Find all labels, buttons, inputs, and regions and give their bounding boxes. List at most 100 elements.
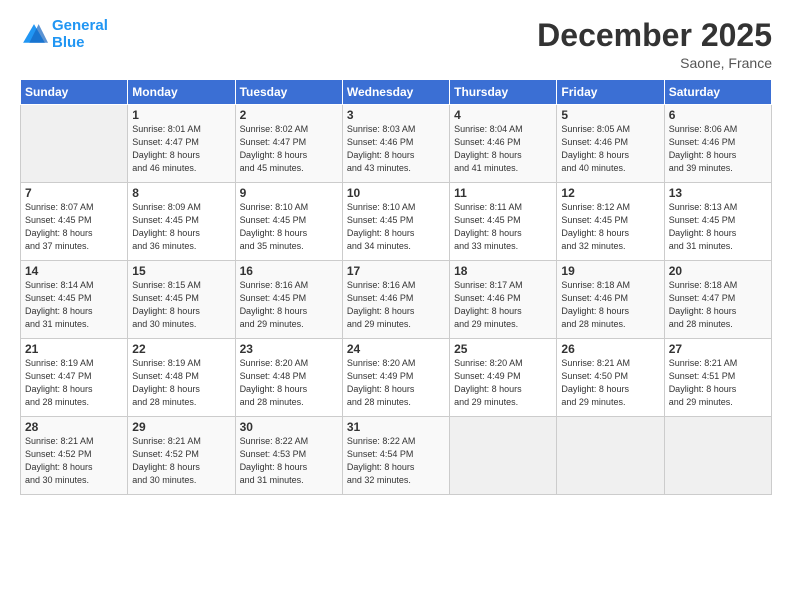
day-header-sunday: Sunday <box>21 80 128 105</box>
logo-text: General Blue <box>52 18 108 51</box>
day-header-wednesday: Wednesday <box>342 80 449 105</box>
day-info: Sunrise: 8:07 AMSunset: 4:45 PMDaylight:… <box>25 201 123 253</box>
header: General Blue December 2025 Saone, France <box>20 18 772 71</box>
day-info: Sunrise: 8:15 AMSunset: 4:45 PMDaylight:… <box>132 279 230 331</box>
day-info: Sunrise: 8:20 AMSunset: 4:49 PMDaylight:… <box>454 357 552 409</box>
day-info: Sunrise: 8:06 AMSunset: 4:46 PMDaylight:… <box>669 123 767 175</box>
day-number: 30 <box>240 420 338 434</box>
day-cell <box>557 417 664 495</box>
day-number: 17 <box>347 264 445 278</box>
day-cell: 9Sunrise: 8:10 AMSunset: 4:45 PMDaylight… <box>235 183 342 261</box>
month-title: December 2025 <box>537 18 772 53</box>
day-info: Sunrise: 8:22 AMSunset: 4:54 PMDaylight:… <box>347 435 445 487</box>
day-number: 8 <box>132 186 230 200</box>
day-cell: 17Sunrise: 8:16 AMSunset: 4:46 PMDayligh… <box>342 261 449 339</box>
day-info: Sunrise: 8:03 AMSunset: 4:46 PMDaylight:… <box>347 123 445 175</box>
day-cell: 6Sunrise: 8:06 AMSunset: 4:46 PMDaylight… <box>664 105 771 183</box>
day-number: 28 <box>25 420 123 434</box>
day-header-monday: Monday <box>128 80 235 105</box>
week-row-5: 28Sunrise: 8:21 AMSunset: 4:52 PMDayligh… <box>21 417 772 495</box>
day-cell: 3Sunrise: 8:03 AMSunset: 4:46 PMDaylight… <box>342 105 449 183</box>
logo-line1: General <box>52 17 108 34</box>
week-row-4: 21Sunrise: 8:19 AMSunset: 4:47 PMDayligh… <box>21 339 772 417</box>
day-info: Sunrise: 8:18 AMSunset: 4:47 PMDaylight:… <box>669 279 767 331</box>
day-info: Sunrise: 8:20 AMSunset: 4:49 PMDaylight:… <box>347 357 445 409</box>
logo-icon <box>20 21 48 49</box>
day-info: Sunrise: 8:14 AMSunset: 4:45 PMDaylight:… <box>25 279 123 331</box>
day-info: Sunrise: 8:10 AMSunset: 4:45 PMDaylight:… <box>240 201 338 253</box>
day-info: Sunrise: 8:16 AMSunset: 4:45 PMDaylight:… <box>240 279 338 331</box>
day-info: Sunrise: 8:13 AMSunset: 4:45 PMDaylight:… <box>669 201 767 253</box>
day-cell: 14Sunrise: 8:14 AMSunset: 4:45 PMDayligh… <box>21 261 128 339</box>
day-header-saturday: Saturday <box>664 80 771 105</box>
day-cell: 31Sunrise: 8:22 AMSunset: 4:54 PMDayligh… <box>342 417 449 495</box>
day-number: 15 <box>132 264 230 278</box>
day-cell: 23Sunrise: 8:20 AMSunset: 4:48 PMDayligh… <box>235 339 342 417</box>
day-info: Sunrise: 8:21 AMSunset: 4:52 PMDaylight:… <box>25 435 123 487</box>
day-number: 29 <box>132 420 230 434</box>
day-cell: 26Sunrise: 8:21 AMSunset: 4:50 PMDayligh… <box>557 339 664 417</box>
week-row-1: 1Sunrise: 8:01 AMSunset: 4:47 PMDaylight… <box>21 105 772 183</box>
day-info: Sunrise: 8:21 AMSunset: 4:50 PMDaylight:… <box>561 357 659 409</box>
day-cell: 13Sunrise: 8:13 AMSunset: 4:45 PMDayligh… <box>664 183 771 261</box>
calendar-header-row: SundayMondayTuesdayWednesdayThursdayFrid… <box>21 80 772 105</box>
day-cell <box>21 105 128 183</box>
day-header-friday: Friday <box>557 80 664 105</box>
day-info: Sunrise: 8:01 AMSunset: 4:47 PMDaylight:… <box>132 123 230 175</box>
day-number: 1 <box>132 108 230 122</box>
day-number: 7 <box>25 186 123 200</box>
day-cell: 8Sunrise: 8:09 AMSunset: 4:45 PMDaylight… <box>128 183 235 261</box>
day-cell: 16Sunrise: 8:16 AMSunset: 4:45 PMDayligh… <box>235 261 342 339</box>
day-number: 3 <box>347 108 445 122</box>
day-number: 6 <box>669 108 767 122</box>
day-info: Sunrise: 8:02 AMSunset: 4:47 PMDaylight:… <box>240 123 338 175</box>
day-header-thursday: Thursday <box>450 80 557 105</box>
day-info: Sunrise: 8:10 AMSunset: 4:45 PMDaylight:… <box>347 201 445 253</box>
day-cell: 5Sunrise: 8:05 AMSunset: 4:46 PMDaylight… <box>557 105 664 183</box>
day-info: Sunrise: 8:05 AMSunset: 4:46 PMDaylight:… <box>561 123 659 175</box>
day-cell: 25Sunrise: 8:20 AMSunset: 4:49 PMDayligh… <box>450 339 557 417</box>
day-number: 5 <box>561 108 659 122</box>
title-area: December 2025 Saone, France <box>537 18 772 71</box>
day-info: Sunrise: 8:21 AMSunset: 4:52 PMDaylight:… <box>132 435 230 487</box>
day-cell: 11Sunrise: 8:11 AMSunset: 4:45 PMDayligh… <box>450 183 557 261</box>
day-number: 20 <box>669 264 767 278</box>
day-number: 23 <box>240 342 338 356</box>
page: General Blue December 2025 Saone, France… <box>0 0 792 612</box>
day-number: 22 <box>132 342 230 356</box>
logo-line2: Blue <box>52 34 85 51</box>
day-number: 13 <box>669 186 767 200</box>
day-number: 21 <box>25 342 123 356</box>
week-row-3: 14Sunrise: 8:14 AMSunset: 4:45 PMDayligh… <box>21 261 772 339</box>
day-info: Sunrise: 8:11 AMSunset: 4:45 PMDaylight:… <box>454 201 552 253</box>
day-info: Sunrise: 8:21 AMSunset: 4:51 PMDaylight:… <box>669 357 767 409</box>
day-number: 26 <box>561 342 659 356</box>
day-cell: 19Sunrise: 8:18 AMSunset: 4:46 PMDayligh… <box>557 261 664 339</box>
logo: General Blue <box>20 18 108 51</box>
day-number: 12 <box>561 186 659 200</box>
day-number: 14 <box>25 264 123 278</box>
day-cell: 22Sunrise: 8:19 AMSunset: 4:48 PMDayligh… <box>128 339 235 417</box>
subtitle: Saone, France <box>537 55 772 71</box>
day-cell: 30Sunrise: 8:22 AMSunset: 4:53 PMDayligh… <box>235 417 342 495</box>
day-info: Sunrise: 8:22 AMSunset: 4:53 PMDaylight:… <box>240 435 338 487</box>
day-cell <box>450 417 557 495</box>
day-info: Sunrise: 8:18 AMSunset: 4:46 PMDaylight:… <box>561 279 659 331</box>
day-cell: 10Sunrise: 8:10 AMSunset: 4:45 PMDayligh… <box>342 183 449 261</box>
day-cell: 12Sunrise: 8:12 AMSunset: 4:45 PMDayligh… <box>557 183 664 261</box>
day-info: Sunrise: 8:17 AMSunset: 4:46 PMDaylight:… <box>454 279 552 331</box>
day-info: Sunrise: 8:20 AMSunset: 4:48 PMDaylight:… <box>240 357 338 409</box>
day-cell <box>664 417 771 495</box>
day-header-tuesday: Tuesday <box>235 80 342 105</box>
day-number: 31 <box>347 420 445 434</box>
week-row-2: 7Sunrise: 8:07 AMSunset: 4:45 PMDaylight… <box>21 183 772 261</box>
day-number: 24 <box>347 342 445 356</box>
day-info: Sunrise: 8:12 AMSunset: 4:45 PMDaylight:… <box>561 201 659 253</box>
day-number: 11 <box>454 186 552 200</box>
day-cell: 18Sunrise: 8:17 AMSunset: 4:46 PMDayligh… <box>450 261 557 339</box>
day-cell: 21Sunrise: 8:19 AMSunset: 4:47 PMDayligh… <box>21 339 128 417</box>
day-info: Sunrise: 8:09 AMSunset: 4:45 PMDaylight:… <box>132 201 230 253</box>
day-cell: 29Sunrise: 8:21 AMSunset: 4:52 PMDayligh… <box>128 417 235 495</box>
day-cell: 4Sunrise: 8:04 AMSunset: 4:46 PMDaylight… <box>450 105 557 183</box>
day-cell: 28Sunrise: 8:21 AMSunset: 4:52 PMDayligh… <box>21 417 128 495</box>
